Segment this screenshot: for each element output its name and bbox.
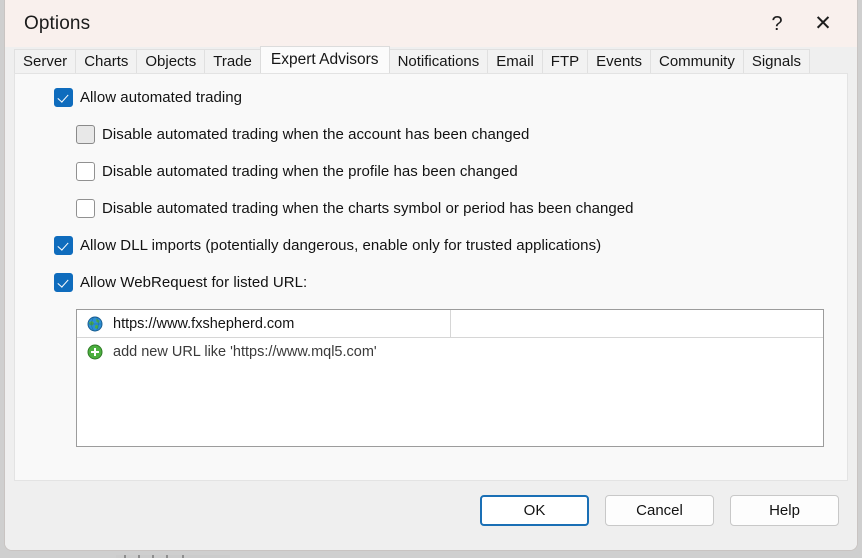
dialog-footer: OK Cancel Help xyxy=(5,483,857,550)
options-dialog: Options ? ✕ Server Charts Objects Trade Expe… xyxy=(4,0,858,551)
ok-button[interactable]: OK xyxy=(480,495,589,526)
window-title: Options xyxy=(24,12,91,34)
cancel-button[interactable]: Cancel xyxy=(605,495,714,526)
tab-charts[interactable]: Charts xyxy=(75,49,138,73)
tab-server[interactable]: Server xyxy=(14,49,77,73)
option-row[interactable]: Disable automated trading when the profi… xyxy=(76,162,518,181)
checkbox-checked-icon[interactable] xyxy=(54,236,73,255)
option-label: Allow WebRequest for listed URL: xyxy=(80,274,308,291)
option-label: Allow automated trading xyxy=(80,89,243,106)
tab-strip: Server Charts Objects Trade Expert Advisors N… xyxy=(14,46,857,73)
url-list-add-row[interactable]: add new URL like 'https://www.mql5.com' xyxy=(77,338,823,366)
help-button[interactable]: Help xyxy=(730,495,839,526)
url-value: https://www.fxshepherd.com xyxy=(113,315,295,332)
url-list-row[interactable]: https://www.fxshepherd.com xyxy=(77,310,823,338)
option-row[interactable]: Disable automated trading when the accou… xyxy=(76,125,529,144)
title-bar: Options ? ✕ xyxy=(5,0,857,47)
dialog-button-row: OK Cancel Help xyxy=(480,495,839,526)
tab-signals[interactable]: Signals xyxy=(742,49,811,73)
tab-trade[interactable]: Trade xyxy=(204,49,261,73)
close-icon[interactable]: ✕ xyxy=(800,0,846,47)
checkbox-checked-icon[interactable] xyxy=(54,88,73,107)
tab-expert-advisors[interactable]: Expert Advisors xyxy=(259,46,390,73)
plus-icon xyxy=(87,344,103,360)
url-add-placeholder: add new URL like 'https://www.mql5.com' xyxy=(113,344,377,360)
help-icon[interactable]: ? xyxy=(754,0,800,47)
expert-advisors-tab-page: Allow automated trading Disable automated… xyxy=(14,73,848,481)
tab-community[interactable]: Community xyxy=(649,49,744,73)
option-row[interactable]: Allow WebRequest for listed URL: xyxy=(54,273,307,292)
option-row[interactable]: Disable automated trading when the chart… xyxy=(76,199,634,218)
option-label: Allow DLL imports (potentially dangerous… xyxy=(80,237,602,254)
column-divider xyxy=(450,310,451,337)
checkbox-unchecked-icon[interactable] xyxy=(76,125,95,144)
tab-objects[interactable]: Objects xyxy=(136,49,206,73)
tab-events[interactable]: Events xyxy=(587,49,651,73)
tab-ftp[interactable]: FTP xyxy=(541,49,589,73)
option-label: Disable automated trading when the chart… xyxy=(102,200,634,217)
option-label: Disable automated trading when the profi… xyxy=(102,163,518,180)
option-row[interactable]: Allow DLL imports (potentially dangerous… xyxy=(54,236,601,255)
checkbox-unchecked-icon[interactable] xyxy=(76,162,95,181)
option-row[interactable]: Allow automated trading xyxy=(54,88,242,107)
globe-icon xyxy=(87,316,103,332)
checkbox-checked-icon[interactable] xyxy=(54,273,73,292)
option-label: Disable automated trading when the accou… xyxy=(102,126,530,143)
tab-email[interactable]: Email xyxy=(487,49,543,73)
checkbox-unchecked-icon[interactable] xyxy=(76,199,95,218)
tab-notifications[interactable]: Notifications xyxy=(388,49,489,73)
webrequest-url-list[interactable]: https://www.fxshepherd.com add new URL l… xyxy=(76,309,824,447)
